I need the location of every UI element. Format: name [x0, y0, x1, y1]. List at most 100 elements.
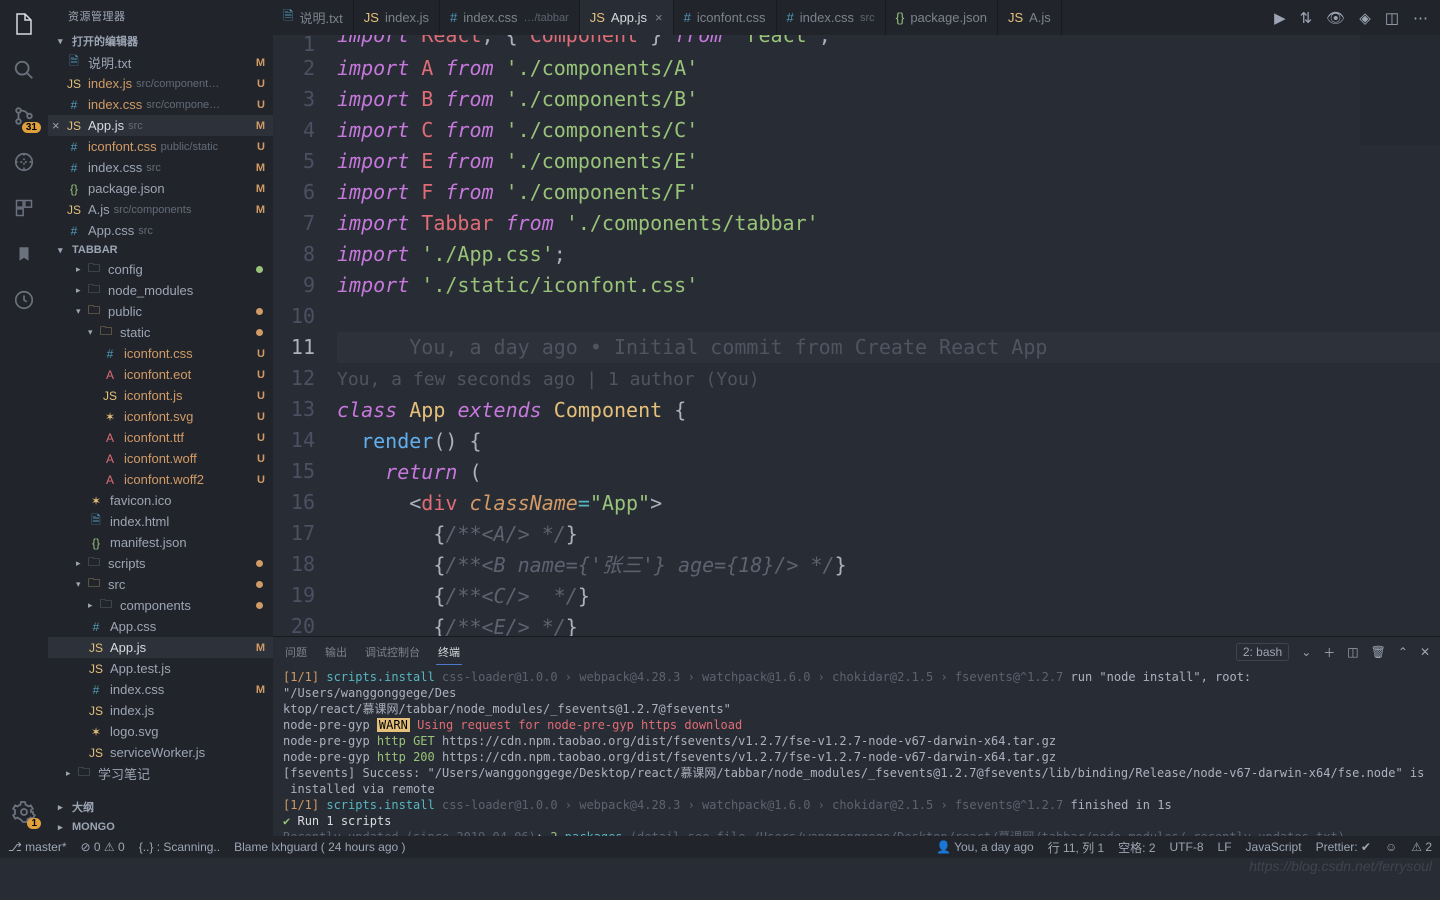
maximize-icon[interactable]: ⌃ — [1398, 645, 1408, 659]
file-item[interactable]: JSiconfont.jsU — [48, 385, 273, 406]
folder-item[interactable]: ▾🗀src — [48, 574, 273, 595]
file-item[interactable]: ✶iconfont.svgU — [48, 406, 273, 427]
more-icon[interactable]: ⋯ — [1413, 9, 1428, 27]
file-item[interactable]: Aiconfont.woffU — [48, 448, 273, 469]
split-terminal-icon[interactable]: ◫ — [1347, 645, 1358, 659]
folder-item[interactable]: ▸🗀config — [48, 259, 273, 280]
line-gutter: 1234567891011121314151617181920 — [273, 35, 333, 636]
status-item[interactable]: 👤 You, a day ago — [936, 840, 1034, 854]
new-terminal-icon[interactable]: ＋ — [1323, 644, 1335, 661]
editor-tab[interactable]: JSApp.js× — [580, 0, 674, 35]
collapsed-section[interactable]: ▸大纲 — [48, 796, 273, 818]
explorer-sidebar: 资源管理器 ▾打开的编辑器 🗎说明.txtMJSindex.jssrc/comp… — [48, 0, 273, 836]
status-item[interactable]: LF — [1218, 840, 1232, 854]
open-editors-section[interactable]: ▾打开的编辑器 — [48, 30, 273, 52]
editor-tab[interactable]: {}package.json — [886, 0, 998, 35]
open-editor-item[interactable]: #iconfont.csspublic/staticU — [48, 136, 273, 157]
editor-tab[interactable]: #index.csssrc — [777, 0, 886, 35]
code-lines: import React, { Component } from 'react'… — [333, 35, 1440, 636]
debug-icon[interactable] — [10, 148, 38, 176]
editor-tab[interactable]: JSA.js — [998, 0, 1062, 35]
explorer-icon[interactable] — [10, 10, 38, 38]
collapsed-sections: ▸大纲▸MONGO — [48, 796, 273, 836]
history-icon[interactable] — [10, 286, 38, 314]
minimap[interactable] — [1360, 35, 1440, 145]
file-item[interactable]: ✶logo.svg — [48, 721, 273, 742]
terminal-selector[interactable]: 2: bash — [1236, 643, 1289, 661]
settings-icon[interactable]: 1 — [10, 798, 38, 826]
file-item[interactable]: Aiconfont.eotU — [48, 364, 273, 385]
file-item[interactable]: Aiconfont.ttfU — [48, 427, 273, 448]
status-item[interactable]: Prettier: ✔ — [1316, 840, 1371, 854]
compare-icon[interactable]: ⇅ — [1300, 9, 1313, 27]
file-item[interactable]: 🗎index.html — [48, 511, 273, 532]
panel-actions: 2: bash ⌄ ＋ ◫ 🗑 ⌃ ✕ — [1236, 643, 1430, 661]
status-item[interactable]: 空格: 2 — [1118, 839, 1155, 856]
status-item[interactable]: ⎇ master* — [8, 840, 67, 854]
diff-icon[interactable]: ◈ — [1359, 9, 1371, 27]
close-panel-icon[interactable]: ✕ — [1420, 645, 1430, 659]
file-item[interactable]: JSApp.test.js — [48, 658, 273, 679]
source-control-icon[interactable]: 31 — [10, 102, 38, 130]
file-item[interactable]: JSserviceWorker.js — [48, 742, 273, 763]
extensions-icon[interactable] — [10, 194, 38, 222]
open-editor-item[interactable]: ×JSApp.jssrcM — [48, 115, 273, 136]
run-icon[interactable]: ▶ — [1274, 9, 1286, 27]
open-editor-item[interactable]: {}package.jsonM — [48, 178, 273, 199]
file-item[interactable]: Aiconfont.woff2U — [48, 469, 273, 490]
file-item[interactable]: #App.css — [48, 616, 273, 637]
folder-item[interactable]: ▸🗀学习笔记 — [48, 763, 273, 784]
folder-item[interactable]: ▸🗀node_modules — [48, 280, 273, 301]
folder-item[interactable]: ▸🗀components — [48, 595, 273, 616]
preview-icon[interactable]: 👁 — [1326, 9, 1345, 27]
editor-area: 🗎说明.txtJSindex.js#index.css…/tabbarJSApp… — [273, 0, 1440, 836]
editor-tab[interactable]: #index.css…/tabbar — [440, 0, 580, 35]
panel-tab[interactable]: 调试控制台 — [363, 640, 422, 664]
status-item[interactable]: JavaScript — [1246, 840, 1302, 854]
status-item[interactable]: ☺ — [1385, 840, 1397, 854]
bottom-panel: 问题输出调试控制台终端 2: bash ⌄ ＋ ◫ 🗑 ⌃ ✕ [1/1] sc… — [273, 636, 1440, 836]
panel-tab[interactable]: 问题 — [283, 640, 309, 664]
collapsed-section[interactable]: ▸MONGO — [48, 818, 273, 836]
panel-tab[interactable]: 输出 — [323, 640, 349, 664]
settings-badge: 1 — [27, 818, 41, 829]
status-item[interactable]: ⚠ 2 — [1411, 840, 1432, 854]
open-editor-item[interactable]: #index.csssrc/compone…U — [48, 94, 273, 115]
open-editor-item[interactable]: JSindex.jssrc/component…U — [48, 73, 273, 94]
file-item[interactable]: ✶favicon.ico — [48, 490, 273, 511]
open-editor-item[interactable]: 🗎说明.txtM — [48, 52, 273, 73]
watermark: https://blog.csdn.net/ferrysoul — [1249, 858, 1432, 874]
status-item[interactable]: ⊘ 0 ⚠ 0 — [81, 840, 125, 854]
project-section[interactable]: ▾TABBAR — [48, 241, 273, 259]
folder-item[interactable]: ▾🗀static — [48, 322, 273, 343]
search-icon[interactable] — [10, 56, 38, 84]
file-item[interactable]: JSindex.js — [48, 700, 273, 721]
status-item[interactable]: {..} : Scanning.. — [139, 840, 220, 854]
open-editor-item[interactable]: #index.csssrcM — [48, 157, 273, 178]
editor-actions: ▶ ⇅ 👁 ◈ ◫ ⋯ — [1262, 0, 1440, 35]
status-item[interactable]: Blame lxhguard ( 24 hours ago ) — [234, 840, 405, 854]
file-item[interactable]: #index.cssM — [48, 679, 273, 700]
file-tree: ▸🗀config▸🗀node_modules▾🗀public▾🗀static#i… — [48, 259, 273, 796]
open-editor-item[interactable]: #App.csssrc — [48, 220, 273, 241]
bookmark-icon[interactable] — [10, 240, 38, 268]
editor-tab[interactable]: 🗎说明.txt — [273, 0, 354, 35]
folder-item[interactable]: ▾🗀public — [48, 301, 273, 322]
file-item[interactable]: #iconfont.cssU — [48, 343, 273, 364]
folder-item[interactable]: ▸🗀scripts — [48, 553, 273, 574]
activity-bar: 31 1 — [0, 0, 48, 836]
app-root: 31 1 资源管理器 ▾打开的编辑器 🗎说明.txtMJSindex.jssrc… — [0, 0, 1440, 836]
file-item[interactable]: JSApp.jsM — [48, 637, 273, 658]
trash-icon[interactable]: 🗑 — [1371, 645, 1386, 659]
open-editor-item[interactable]: JSA.jssrc/componentsM — [48, 199, 273, 220]
dropdown-icon[interactable]: ⌄ — [1301, 645, 1311, 659]
terminal-output[interactable]: [1/1] scripts.install css-loader@1.0.0 ›… — [273, 667, 1440, 836]
code-editor[interactable]: 1234567891011121314151617181920 import R… — [273, 35, 1440, 636]
status-item[interactable]: UTF-8 — [1170, 840, 1204, 854]
editor-tab[interactable]: JSindex.js — [354, 0, 440, 35]
editor-tab[interactable]: #iconfont.css — [674, 0, 777, 35]
status-item[interactable]: 行 11, 列 1 — [1048, 839, 1104, 856]
panel-tab[interactable]: 终端 — [436, 640, 462, 665]
split-icon[interactable]: ◫ — [1385, 9, 1399, 27]
file-item[interactable]: {}manifest.json — [48, 532, 273, 553]
